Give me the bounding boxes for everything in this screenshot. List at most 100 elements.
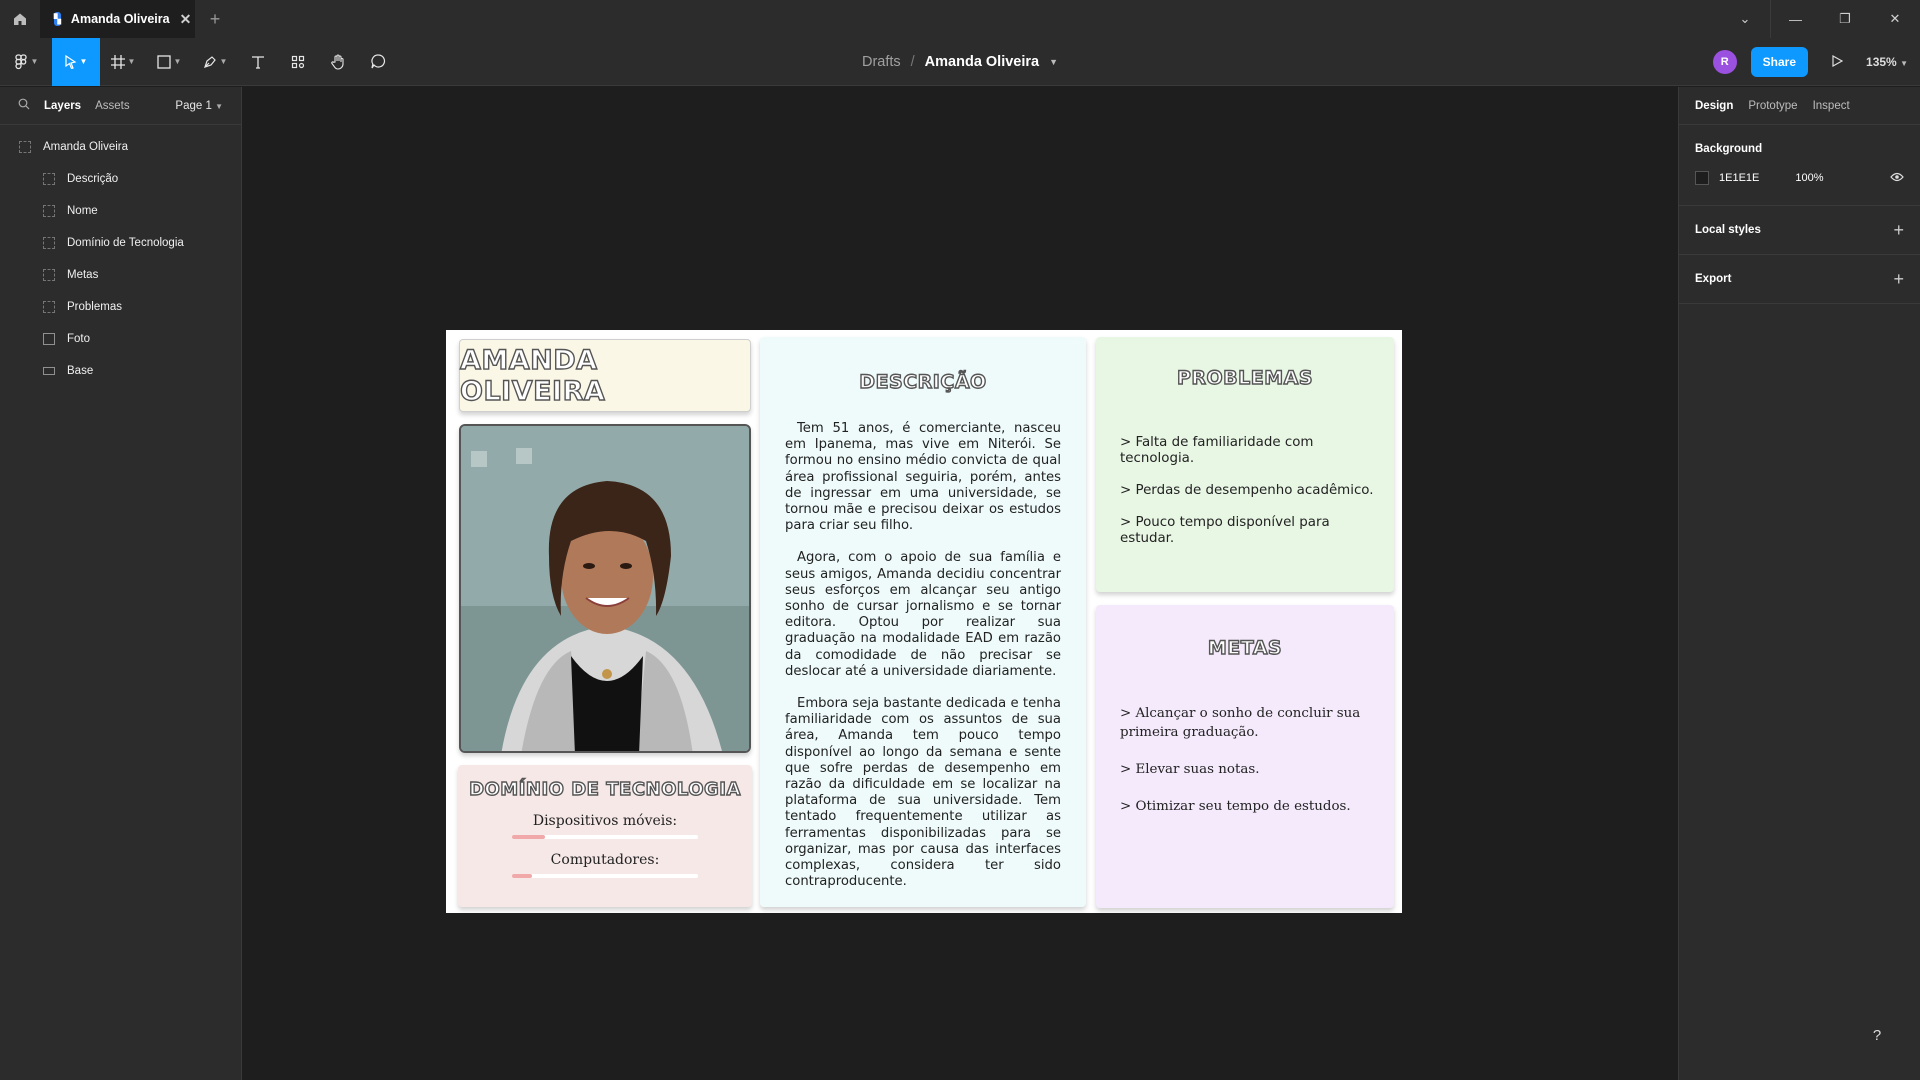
- chevron-down-icon: ▼: [219, 57, 228, 66]
- layer-item[interactable]: Metas: [0, 259, 241, 291]
- components-icon: [291, 55, 305, 68]
- name-card[interactable]: AMANDA OLIVEIRA: [459, 339, 751, 412]
- problem-item: > Perdas de desempenho acadêmico.: [1120, 483, 1374, 498]
- layer-item[interactable]: Descrição: [0, 163, 241, 195]
- chevron-down-icon: ▼: [127, 57, 136, 66]
- chevron-down-icon[interactable]: ▼: [1049, 57, 1058, 67]
- layer-label: Metas: [67, 269, 99, 281]
- figma-file-icon: ▚: [54, 12, 61, 26]
- page-dropdown[interactable]: Page 1 ▼: [175, 100, 223, 112]
- eye-icon[interactable]: [1890, 171, 1904, 185]
- left-panel-tabs: Layers Assets Page 1 ▼: [0, 87, 241, 125]
- tab-layers[interactable]: Layers: [44, 100, 81, 112]
- tab-design[interactable]: Design: [1695, 100, 1733, 112]
- close-tab-icon[interactable]: ✕: [180, 11, 192, 28]
- layer-item[interactable]: Nome: [0, 195, 241, 227]
- export-section: Export +: [1679, 255, 1920, 304]
- play-icon: [1831, 54, 1843, 68]
- zoom-value: 135%: [1866, 55, 1897, 69]
- frame-tool[interactable]: ▼: [100, 38, 146, 86]
- background-title: Background: [1695, 143, 1763, 155]
- local-styles-title: Local styles: [1695, 224, 1761, 236]
- breadcrumb-separator: /: [910, 54, 915, 70]
- color-swatch[interactable]: [1695, 171, 1709, 185]
- tab-assets[interactable]: Assets: [95, 100, 130, 112]
- title-bar: ▚ Amanda Oliveira ✕ + ⌄ — ❐ ✕: [0, 0, 1920, 38]
- goal-item: > Elevar suas notas.: [1120, 762, 1260, 777]
- domain-title: DOMÍNIO DE TECNOLOGIA: [468, 778, 741, 800]
- persona-photo[interactable]: [459, 424, 751, 753]
- frame-icon: [43, 237, 55, 249]
- pen-tool[interactable]: ▼: [192, 38, 238, 86]
- skill-bar-fill: [512, 835, 546, 839]
- skill-bar: [512, 835, 698, 839]
- window-controls: ⌄ — ❐ ✕: [1720, 0, 1920, 38]
- layer-item[interactable]: Base: [0, 355, 241, 387]
- goals-card[interactable]: METAS > Alcançar o sonho de concluir sua…: [1096, 605, 1394, 908]
- frame-icon: [110, 54, 125, 69]
- text-tool[interactable]: [238, 38, 278, 86]
- layer-item[interactable]: Domínio de Tecnologia: [0, 227, 241, 259]
- home-button[interactable]: [0, 0, 40, 38]
- layer-label: Domínio de Tecnologia: [67, 237, 184, 249]
- present-button[interactable]: [1822, 54, 1852, 70]
- right-panel-tabs: Design Prototype Inspect: [1679, 87, 1920, 125]
- main-menu-button[interactable]: ▼: [0, 38, 52, 86]
- toolbar-right: R Share 135% ▼: [1712, 38, 1920, 86]
- layer-label: Amanda Oliveira: [43, 141, 129, 153]
- layer-label: Problemas: [67, 301, 122, 313]
- hand-tool[interactable]: [318, 38, 358, 86]
- skill-bar: [512, 874, 698, 878]
- comment-tool[interactable]: [358, 38, 398, 86]
- search-icon[interactable]: [18, 98, 30, 113]
- background-row: 1E1E1E 100%: [1695, 163, 1904, 205]
- domain-card[interactable]: DOMÍNIO DE TECNOLOGIA Dispositivos móvei…: [458, 765, 752, 907]
- help-button[interactable]: ?: [1860, 1018, 1894, 1052]
- problems-title: PROBLEMAS: [1176, 366, 1314, 389]
- shape-tool[interactable]: ▼: [146, 38, 192, 86]
- description-card[interactable]: DESCRIÇÃO Tem 51 anos, é comerciante, na…: [760, 337, 1086, 907]
- problem-item: > Falta de familiaridade com tecnologia.: [1120, 435, 1314, 466]
- chevron-down-icon: ▼: [30, 57, 39, 66]
- tab-prototype[interactable]: Prototype: [1748, 100, 1797, 112]
- frame-icon: [43, 173, 55, 185]
- layer-item[interactable]: Amanda Oliveira: [0, 131, 241, 163]
- problems-list: > Falta de familiaridade com tecnologia.…: [1120, 435, 1382, 563]
- description-title: DESCRIÇÃO: [859, 370, 987, 393]
- layer-label: Foto: [67, 333, 91, 345]
- goals-list: > Alcançar o sonho de concluir sua prime…: [1120, 704, 1382, 834]
- file-tab[interactable]: ▚ Amanda Oliveira ✕: [40, 0, 195, 38]
- avatar[interactable]: R: [1712, 50, 1737, 74]
- problem-item: > Pouco tempo disponível para estudar.: [1120, 515, 1330, 546]
- restore-icon[interactable]: ❐: [1820, 0, 1870, 38]
- tab-inspect[interactable]: Inspect: [1813, 100, 1850, 112]
- zoom-dropdown[interactable]: 135% ▼: [1866, 55, 1908, 69]
- portrait-image: [461, 426, 749, 751]
- move-tool[interactable]: ▼: [52, 37, 100, 86]
- share-button[interactable]: Share: [1750, 47, 1809, 77]
- background-section: Background 1E1E1E 100%: [1679, 125, 1920, 206]
- problems-card[interactable]: PROBLEMAS > Falta de familiaridade com t…: [1096, 337, 1394, 592]
- background-opacity[interactable]: 100%: [1795, 172, 1823, 184]
- layer-item[interactable]: Foto: [0, 323, 241, 355]
- add-style-icon[interactable]: +: [1893, 220, 1904, 241]
- persona-frame[interactable]: AMANDA OLIVEIRA DOMÍNIO DE TECNOLOGIA Di…: [446, 330, 1402, 913]
- file-name[interactable]: Amanda Oliveira: [925, 54, 1039, 70]
- minimize-icon[interactable]: —: [1770, 0, 1820, 38]
- background-hex[interactable]: 1E1E1E: [1719, 172, 1759, 184]
- close-window-icon[interactable]: ✕: [1870, 0, 1920, 38]
- layer-label: Nome: [67, 205, 98, 217]
- frame-icon: [43, 205, 55, 217]
- description-paragraph: Agora, com o apoio de sua família e seus…: [785, 550, 1061, 679]
- breadcrumb-drafts[interactable]: Drafts: [862, 54, 901, 70]
- goal-item: > Alcançar o sonho de concluir sua prime…: [1120, 706, 1361, 740]
- skill-label: Computadores:: [550, 852, 660, 868]
- add-export-icon[interactable]: +: [1893, 269, 1904, 290]
- layers-panel: Layers Assets Page 1 ▼ Amanda Oliveira D…: [0, 87, 242, 1080]
- new-tab-button[interactable]: +: [195, 0, 235, 38]
- resources-tool[interactable]: [278, 38, 318, 86]
- chevron-down-icon[interactable]: ⌄: [1720, 0, 1770, 38]
- skill-label: Dispositivos móveis:: [532, 813, 678, 829]
- layer-item[interactable]: Problemas: [0, 291, 241, 323]
- frame-icon: [19, 141, 31, 153]
